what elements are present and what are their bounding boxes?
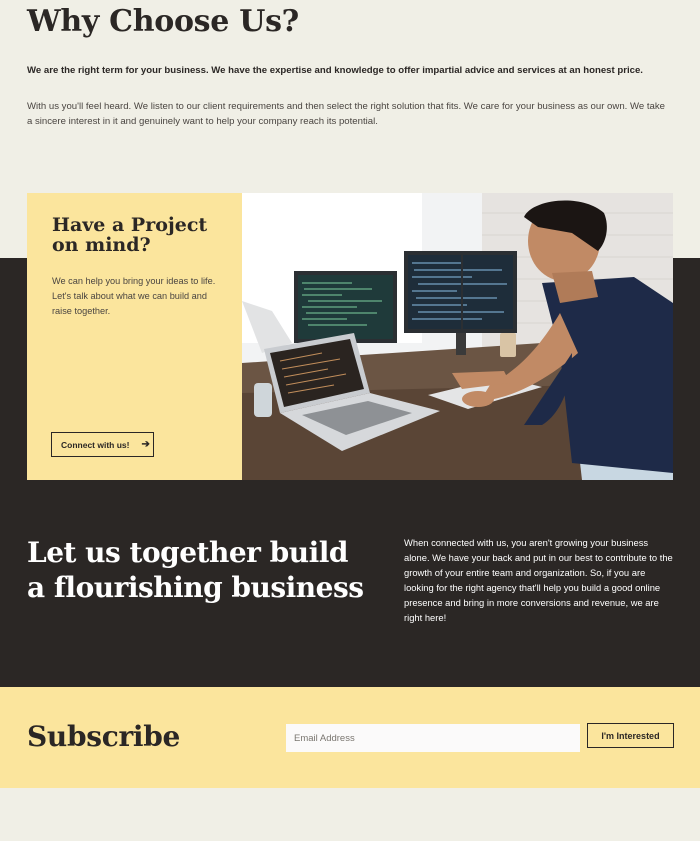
arrow-right-icon: ➔ bbox=[141, 439, 150, 450]
interested-button[interactable]: I'm Interested bbox=[587, 723, 674, 748]
connect-button-label: Connect with us! bbox=[61, 439, 130, 450]
project-card: Have a Project on mind? We can help you … bbox=[27, 193, 242, 480]
why-lead-text: We are the right term for your business.… bbox=[27, 65, 643, 76]
email-input[interactable] bbox=[286, 724, 580, 752]
office-photo bbox=[242, 193, 673, 480]
together-text: When connected with us, you aren't growi… bbox=[404, 537, 673, 623]
subscribe-section: Subscribe I'm Interested bbox=[0, 687, 700, 788]
why-body-text: With us you'll feel heard. We listen to … bbox=[27, 101, 666, 127]
project-title: Have a Project on mind? bbox=[52, 214, 208, 256]
connect-button[interactable]: Connect with us! ➔ bbox=[51, 432, 154, 457]
together-title: Let us together build a flourishing busi… bbox=[27, 536, 364, 604]
why-choose-us-section: Why Choose Us? We are the right term for… bbox=[27, 0, 667, 127]
project-text: We can help you bring your ideas to life… bbox=[52, 276, 216, 316]
why-title: Why Choose Us? bbox=[27, 4, 299, 39]
subscribe-title: Subscribe bbox=[27, 720, 181, 753]
